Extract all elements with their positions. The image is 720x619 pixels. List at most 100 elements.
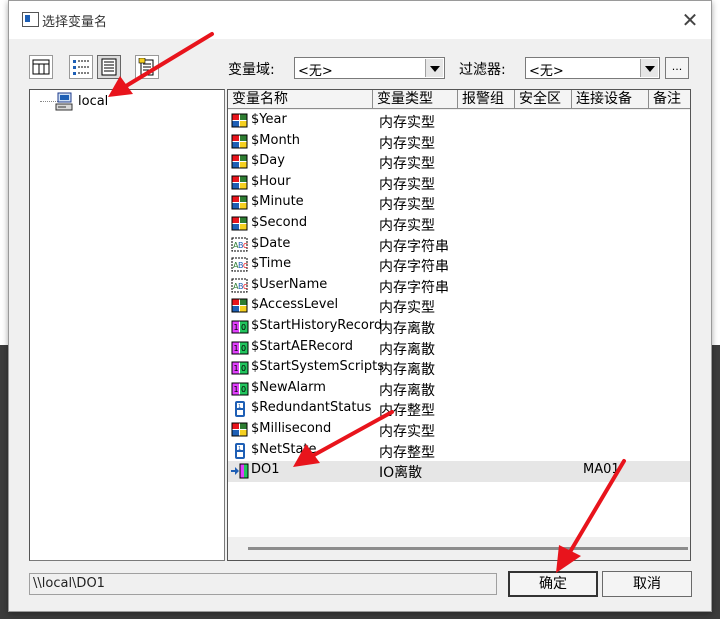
- svg-text:1: 1: [238, 404, 241, 410]
- domain-combo[interactable]: <无>: [294, 57, 445, 79]
- close-button[interactable]: ✕: [677, 7, 703, 33]
- io-discrete-var-icon: [231, 463, 249, 479]
- grid-view-button[interactable]: [29, 55, 53, 79]
- table-row[interactable]: 1 $NetState 内存整型: [228, 441, 690, 462]
- variable-type: 内存离散: [379, 362, 435, 379]
- real-var-icon: [231, 298, 249, 314]
- variable-type: 内存字符串: [379, 238, 449, 255]
- variable-domain-tree[interactable]: local: [29, 89, 225, 561]
- column-header-device[interactable]: 连接设备: [572, 90, 649, 109]
- table-row[interactable]: A B C $Time 内存字符串: [228, 255, 690, 276]
- variable-type: 内存离散: [379, 320, 435, 337]
- svg-text:C: C: [243, 242, 248, 250]
- variable-type: 内存实型: [379, 176, 435, 193]
- real-var-icon: [231, 113, 249, 129]
- variable-name: $NewAlarm: [251, 379, 326, 395]
- variable-type: 内存整型: [379, 444, 435, 461]
- variable-type: 内存实型: [379, 197, 435, 214]
- computer-node-icon: [55, 92, 73, 111]
- real-var-icon: [231, 175, 249, 191]
- table-row[interactable]: 1 0 $StartHistoryRecord 内存离散: [228, 317, 690, 338]
- svg-text:1: 1: [238, 446, 241, 452]
- svg-text:1: 1: [234, 323, 239, 332]
- variable-type: 内存实型: [379, 300, 435, 317]
- integer-var-icon: 1: [231, 401, 249, 418]
- string-var-icon: ABC: [231, 237, 249, 253]
- tree-node-local[interactable]: local: [78, 94, 108, 109]
- table-row[interactable]: $Year 内存实型: [228, 111, 690, 132]
- cancel-button[interactable]: 取消: [602, 571, 692, 597]
- svg-text:1: 1: [234, 364, 239, 373]
- filter-value: <无>: [529, 64, 564, 79]
- table-row[interactable]: $Millisecond 内存实型: [228, 420, 690, 441]
- string-var-icon: ABC: [231, 278, 249, 294]
- svg-text:1: 1: [234, 385, 239, 394]
- table-row[interactable]: $AccessLevel 内存实型: [228, 296, 690, 317]
- filter-combo[interactable]: <无>: [525, 57, 660, 79]
- chevron-down-icon[interactable]: [425, 59, 443, 77]
- grid-view-icon: [32, 59, 50, 75]
- table-row[interactable]: $Minute 内存实型: [228, 193, 690, 214]
- real-var-icon: [231, 154, 249, 170]
- table-row[interactable]: 1 0 $NewAlarm 内存离散: [228, 379, 690, 400]
- variable-type: 内存实型: [379, 423, 435, 440]
- svg-text:1: 1: [234, 344, 239, 353]
- ok-button[interactable]: 确定: [508, 571, 598, 597]
- column-header-type[interactable]: 变量类型: [373, 90, 458, 109]
- real-var-icon: [231, 422, 249, 438]
- table-row[interactable]: A B C $UserName 内存字符串: [228, 276, 690, 297]
- variable-type: 内存实型: [379, 156, 435, 173]
- scrollbar-thumb[interactable]: [248, 547, 688, 550]
- variable-name: $RedundantStatus: [251, 400, 372, 416]
- table-row[interactable]: $Month 内存实型: [228, 132, 690, 153]
- real-var-icon: [231, 134, 249, 150]
- domain-label: 变量域:: [228, 62, 275, 78]
- variable-name: $NetState: [251, 441, 317, 457]
- table-row[interactable]: 1 0 $StartSystemScripts 内存离散: [228, 358, 690, 379]
- variable-type: 内存整型: [379, 403, 435, 420]
- column-header-name[interactable]: 变量名称: [228, 90, 373, 109]
- variable-type: IO离散: [379, 465, 423, 482]
- table-row[interactable]: $Hour 内存实型: [228, 173, 690, 194]
- table-row[interactable]: $Day 内存实型: [228, 152, 690, 173]
- variable-name: $Date: [251, 235, 291, 251]
- column-header-security-zone[interactable]: 安全区: [515, 90, 572, 109]
- variable-name: $Millisecond: [251, 420, 332, 436]
- table-row[interactable]: 1 $RedundantStatus 内存整型: [228, 399, 690, 420]
- variable-list[interactable]: 变量名称 变量类型 报警组 安全区 连接设备 备注 $Year 内存实型 $Mont…: [227, 89, 691, 561]
- select-variable-dialog: 选择变量名 ✕ 变量域: <无> 过滤器: <无> ... local 变量名称…: [8, 0, 712, 612]
- column-header-alarm-group[interactable]: 报警组: [458, 90, 515, 109]
- variable-name: $UserName: [251, 276, 328, 292]
- detail-list-button[interactable]: [97, 55, 121, 79]
- discrete-var-icon: 10: [231, 340, 249, 356]
- svg-text:0: 0: [241, 344, 246, 353]
- horizontal-scrollbar[interactable]: [228, 537, 690, 560]
- chevron-down-icon[interactable]: [640, 59, 658, 77]
- variable-type: 内存实型: [379, 217, 435, 234]
- dialog-title: 选择变量名: [42, 15, 108, 30]
- document-button[interactable]: [135, 55, 159, 79]
- svg-text:0: 0: [241, 323, 246, 332]
- variable-name: $StartSystemScripts: [251, 359, 384, 375]
- app-window-icon: [22, 12, 39, 27]
- title-bar[interactable]: 选择变量名 ✕: [9, 1, 711, 39]
- selected-path-field[interactable]: \\local\DO1: [29, 573, 497, 595]
- filter-label: 过滤器:: [459, 62, 506, 78]
- variable-name: DO1: [251, 462, 280, 478]
- domain-value: <无>: [298, 64, 333, 79]
- tree-list-icon: [73, 60, 89, 75]
- tree-list-button[interactable]: [69, 55, 93, 79]
- table-row[interactable]: DO1 IO离散 MA01: [228, 461, 690, 482]
- filter-more-button[interactable]: ...: [665, 57, 689, 79]
- column-header-remarks[interactable]: 备注: [649, 90, 690, 109]
- table-row[interactable]: $Second 内存实型: [228, 214, 690, 235]
- variable-name: $Day: [251, 153, 285, 169]
- variable-name: $Minute: [251, 194, 304, 210]
- table-row[interactable]: A B C $Date 内存字符串: [228, 235, 690, 256]
- variable-name: $Second: [251, 214, 308, 230]
- variable-name: $StartAERecord: [251, 338, 354, 354]
- svg-text:C: C: [243, 283, 248, 291]
- variable-name: $Time: [251, 256, 292, 272]
- list-header: 变量名称 变量类型 报警组 安全区 连接设备 备注: [228, 90, 690, 110]
- table-row[interactable]: 1 0 $StartAERecord 内存离散: [228, 338, 690, 359]
